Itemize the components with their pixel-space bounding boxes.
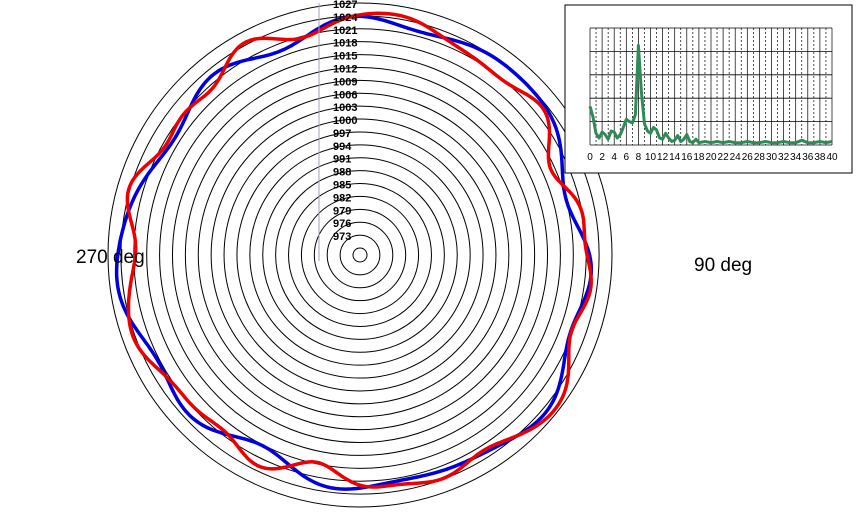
polar-ring	[288, 183, 432, 327]
polar-ring	[262, 157, 458, 353]
inset-tick-label: 8	[636, 152, 642, 163]
polar-ring	[352, 247, 368, 263]
radial-tick-label: 1018	[333, 38, 357, 50]
inset-tick-label: 34	[790, 152, 802, 163]
polar-grid	[107, 2, 613, 508]
radial-tick-label: 1006	[333, 89, 357, 101]
polar-ring	[249, 144, 471, 366]
radial-tick-label: 994	[333, 141, 352, 153]
polar-ring	[159, 54, 561, 456]
radial-tick-label: 988	[333, 167, 351, 179]
radial-tick-label: 991	[333, 154, 351, 166]
radial-tick-label: 1009	[333, 76, 357, 88]
polar-ring	[184, 79, 536, 431]
spectrum-inset-chart: 0 2 4 6 8 10 12 14 16 18 20 22 24 26 28 30 32 34 36 38 40	[564, 4, 853, 174]
inset-tick-label: 16	[681, 152, 693, 163]
inset-tick-label: 6	[624, 152, 630, 163]
radial-tick-label: 973	[333, 231, 351, 243]
radial-tick-label: 976	[333, 218, 351, 230]
polar-ring	[171, 66, 549, 444]
radial-tick-label: 982	[333, 192, 351, 204]
inset-tick-label: 32	[778, 152, 790, 163]
polar-chart-canvas: 9739769799829859889919949971000100310061…	[76, 0, 853, 508]
radial-tick-label: 979	[333, 205, 351, 217]
radial-tick-label: 1021	[333, 25, 357, 37]
inset-tick-label: 28	[754, 152, 766, 163]
polar-ring	[313, 208, 407, 302]
radial-tick-label: 1027	[333, 0, 357, 11]
inset-tick-label: 38	[814, 152, 826, 163]
inset-tick-label: 0	[587, 152, 593, 163]
radial-tick-label: 1024	[333, 12, 358, 24]
inset-x-axis: 0 2 4 6 8 10 12 14 16 18 20 22 24 26 28 30 32 34 36 38 40	[587, 152, 838, 163]
polar-ring	[223, 118, 497, 392]
inset-tick-label: 10	[645, 152, 657, 163]
radial-tick-label: 997	[333, 128, 351, 140]
inset-tick-label: 30	[766, 152, 778, 163]
radial-tick-label: 1003	[333, 102, 357, 114]
polar-ring	[236, 131, 484, 379]
inset-tick-label: 26	[742, 152, 754, 163]
label-270-deg: 270 deg	[76, 247, 145, 268]
polar-ring	[210, 105, 510, 405]
radial-axis: 9739769799829859889919949971000100310061…	[318, 0, 358, 261]
inset-tick-label: 14	[669, 152, 681, 163]
label-90-deg: 90 deg	[694, 255, 752, 276]
inset-tick-label: 22	[718, 152, 730, 163]
inset-tick-label: 36	[802, 152, 814, 163]
radial-tick-label: 1000	[333, 115, 357, 127]
polar-ring	[197, 92, 523, 418]
inset-grid	[589, 27, 833, 146]
radial-tick-label: 985	[333, 180, 351, 192]
radial-tick-label: 1012	[333, 63, 357, 75]
inset-tick-label: 40	[826, 152, 838, 163]
inset-tick-label: 18	[693, 152, 705, 163]
inset-tick-label: 4	[611, 152, 617, 163]
inset-tick-label: 12	[657, 152, 669, 163]
radial-tick-label: 1015	[333, 51, 357, 63]
inset-tick-label: 24	[730, 152, 742, 163]
inset-tick-label: 20	[705, 152, 717, 163]
inset-tick-label: 2	[599, 152, 605, 163]
polar-ring	[107, 2, 613, 508]
